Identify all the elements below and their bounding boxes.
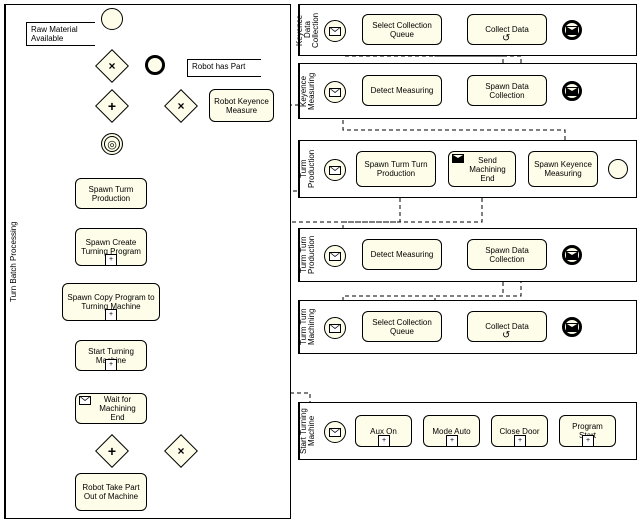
- loop-icon: ↺: [502, 33, 510, 44]
- subprocess-marker: +: [105, 309, 117, 321]
- subprocess-marker: +: [582, 435, 594, 447]
- task-detect-meas: Detect Measuring: [362, 239, 442, 270]
- task-spawn-turn-prod: Spawn Turm Turn Production: [356, 151, 436, 187]
- start-event: [101, 8, 123, 30]
- subprocess-marker: +: [446, 435, 458, 447]
- lane-label: Turm Production: [299, 141, 316, 197]
- annotation-raw-material: Raw Material Available: [26, 22, 95, 46]
- envelope-dark-icon: [452, 154, 464, 163]
- msg-end-event: [562, 20, 582, 40]
- envelope-icon: [79, 396, 91, 405]
- end-event-main: [145, 55, 165, 75]
- lane-turn-prod: Turm Turn Production Detect Measuring Sp…: [298, 228, 637, 282]
- subprocess-marker: +: [378, 435, 390, 447]
- task-spawn-turm-prod: Spawn Turm Production: [75, 178, 147, 209]
- task-send-end: Send Machining End: [448, 151, 516, 187]
- bpmn-diagram: Turn Batch Processing Raw Material Avail…: [0, 0, 640, 521]
- envelope-icon: [329, 166, 341, 175]
- envelope-dark-icon: [566, 251, 578, 260]
- task-detect-meas: Detect Measuring: [362, 75, 442, 106]
- annotation-robot-part: Robot has Part: [187, 59, 261, 77]
- msg-start-event: [324, 245, 346, 267]
- msg-start-event: [324, 159, 346, 181]
- msg-end-event: [562, 81, 582, 101]
- task-spawn-dc: Spawn Data Collection: [467, 75, 547, 106]
- task-spawn-keyence-meas: Spawn Keyence Measuring: [528, 151, 598, 187]
- lane-label-main: Turn Batch Processing: [5, 5, 22, 518]
- task-wait-end: Wait for Machining End: [75, 393, 147, 424]
- msg-end-event: [562, 317, 582, 337]
- envelope-icon: [329, 252, 341, 261]
- msg-start-event: [324, 317, 346, 339]
- envelope-icon: [329, 88, 341, 97]
- lane-keyence-meas: Keyence Measuring Detect Measuring Spawn…: [298, 63, 637, 119]
- envelope-dark-icon: [566, 26, 578, 35]
- envelope-dark-icon: [566, 87, 578, 96]
- lane-label: Turm Turn Production: [299, 229, 316, 281]
- subprocess-marker: +: [105, 254, 117, 266]
- msg-start-event: [324, 20, 346, 42]
- msg-end-event: [562, 245, 582, 265]
- lane-label: Turm Turn Machining: [299, 301, 316, 353]
- envelope-icon: [329, 324, 341, 333]
- end-event: [608, 159, 628, 179]
- loop-icon: ↺: [502, 330, 510, 341]
- lane-label: Start Turning Machine: [299, 403, 316, 459]
- task-label: Wait for Machining End: [93, 395, 142, 422]
- lane-label: Keyence Measuring: [299, 64, 316, 118]
- cond-event: ◎: [101, 133, 123, 155]
- lane-turn-mach: Turm Turn Machining Select Collection Qu…: [298, 300, 637, 354]
- envelope-icon: [329, 428, 341, 437]
- task-label: Send Machining End: [464, 156, 511, 183]
- envelope-icon: [329, 27, 341, 36]
- task-spawn-dc: Spawn Data Collection: [467, 239, 547, 270]
- msg-start-event: [324, 421, 346, 443]
- task-select-queue: Select Collection Queue: [362, 14, 442, 45]
- subprocess-marker: +: [105, 359, 117, 371]
- envelope-dark-icon: [566, 323, 578, 332]
- subprocess-marker: +: [514, 435, 526, 447]
- lane-turm-prod: Turm Production Spawn Turm Turn Producti…: [298, 140, 637, 198]
- lane-start-turning: Start Turning Machine Aux On + Mode Auto…: [298, 402, 637, 460]
- task-robot-keyence: Robot Keyence Measure: [209, 89, 274, 122]
- lane-keyence-dc: Keyence Data Collection Select Collectio…: [298, 4, 637, 56]
- task-take-part: Robot Take Part Out of Machine: [75, 473, 147, 511]
- lane-turn-batch: Turn Batch Processing: [4, 4, 291, 519]
- msg-start-event: [324, 81, 346, 103]
- lane-label: Keyence Data Collection: [299, 5, 316, 55]
- task-select-queue: Select Collection Queue: [362, 311, 442, 342]
